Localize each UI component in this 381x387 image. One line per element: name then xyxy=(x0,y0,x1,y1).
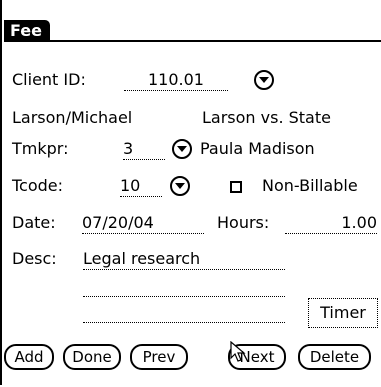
desc-line-3[interactable] xyxy=(83,322,285,323)
hours-label: Hours: xyxy=(217,213,270,232)
timekeeper-label: Tmkpr: xyxy=(12,139,69,158)
matter-name: Larson vs. State xyxy=(202,108,331,127)
title-bar: Fee xyxy=(0,20,381,42)
timekeeper-name: Paula Madison xyxy=(200,139,315,158)
done-button[interactable]: Done xyxy=(63,344,121,370)
tcode-field[interactable]: 10 xyxy=(120,176,162,197)
client-name: Larson/Michael xyxy=(12,108,133,127)
date-label: Date: xyxy=(12,213,56,232)
tcode-label: Tcode: xyxy=(12,176,64,195)
date-field[interactable]: 07/20/04 xyxy=(82,213,204,234)
client-id-field[interactable]: 110.01 xyxy=(124,70,228,91)
client-id-dropdown-icon[interactable] xyxy=(254,70,274,90)
delete-button[interactable]: Delete xyxy=(298,344,371,370)
timer-button[interactable]: Timer xyxy=(308,298,378,328)
tcode-dropdown-icon[interactable] xyxy=(170,176,190,196)
prev-button[interactable]: Prev xyxy=(130,344,188,370)
desc-field[interactable]: Legal research xyxy=(83,249,285,270)
add-button[interactable]: Add xyxy=(4,344,54,370)
hours-field[interactable]: 1.00 xyxy=(285,213,377,234)
timekeeper-dropdown-icon[interactable] xyxy=(172,139,192,159)
title-underline xyxy=(4,40,381,42)
non-billable-label: Non-Billable xyxy=(262,176,358,195)
desc-label: Desc: xyxy=(12,249,57,268)
form-title: Fee xyxy=(4,20,50,42)
pointer-cursor-icon xyxy=(230,341,246,362)
client-id-label: Client ID: xyxy=(12,70,86,89)
non-billable-checkbox[interactable] xyxy=(230,181,242,193)
desc-line-2[interactable] xyxy=(83,296,285,297)
timekeeper-field[interactable]: 3 xyxy=(123,139,165,160)
